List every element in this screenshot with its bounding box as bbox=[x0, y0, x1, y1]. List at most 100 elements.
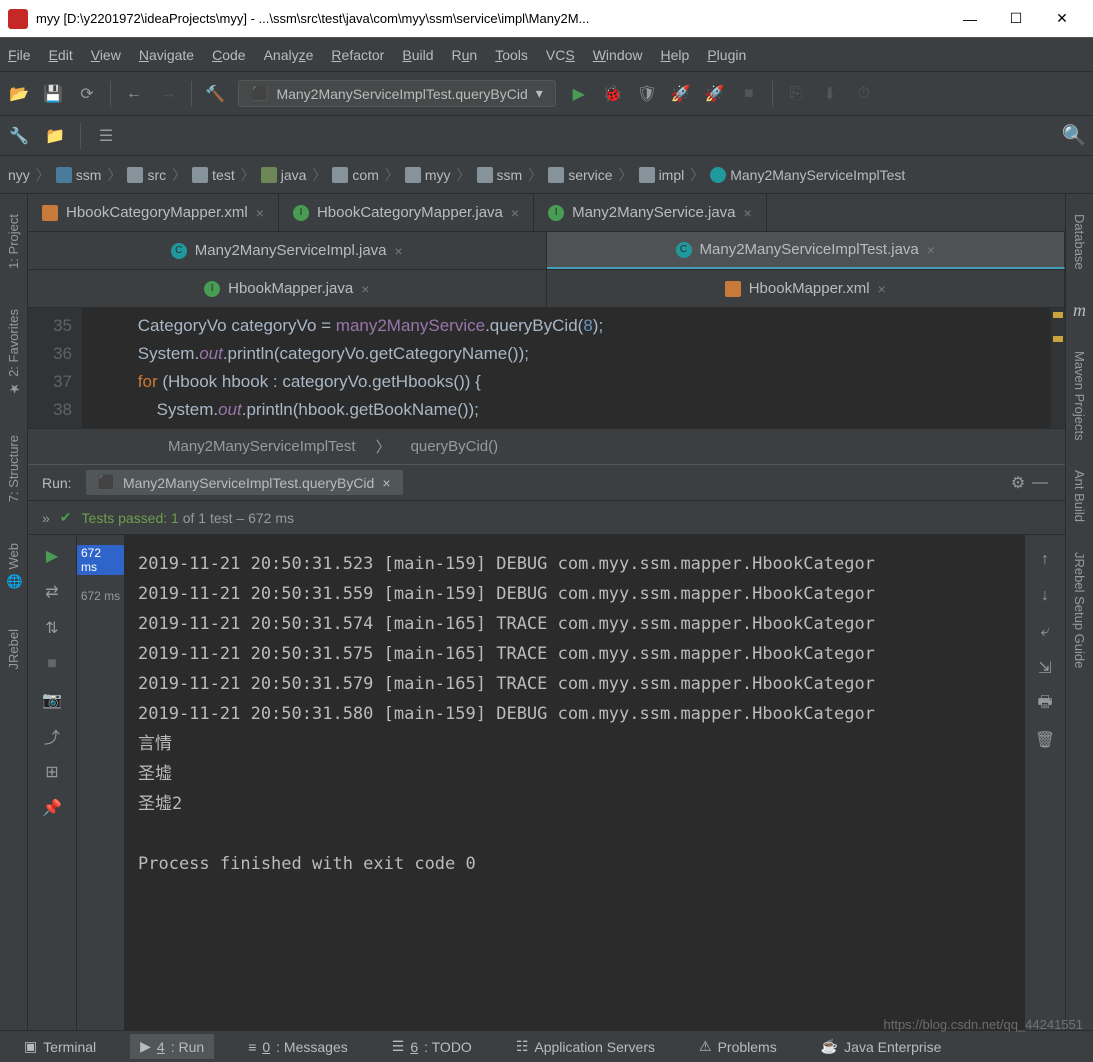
bottom-problems[interactable]: ⚠ Problems bbox=[689, 1034, 787, 1059]
bottom-terminal[interactable]: ▣ Terminal bbox=[14, 1034, 106, 1059]
tool-database[interactable]: Database bbox=[1072, 214, 1087, 270]
debug-icon[interactable]: 🐞 bbox=[602, 83, 624, 105]
vcs-icon[interactable]: ⎘ bbox=[785, 83, 807, 105]
code-editor[interactable]: 35 36 37 38 CategoryVo categoryVo = many… bbox=[28, 308, 1065, 428]
run-icon[interactable]: ▶ bbox=[568, 83, 590, 105]
bc-item-ssm2[interactable]: ssm bbox=[473, 165, 527, 185]
export-icon[interactable]: ⤴ bbox=[41, 725, 63, 747]
tool-structure[interactable]: 7: Structure bbox=[6, 435, 21, 502]
folder-open-icon[interactable]: 📁 bbox=[44, 125, 66, 147]
crumb-method[interactable]: queryByCid() bbox=[411, 438, 499, 455]
menu-run[interactable]: Run bbox=[452, 47, 478, 63]
menu-refactor[interactable]: Refactor bbox=[331, 47, 384, 63]
stop-icon[interactable]: ■ bbox=[738, 83, 760, 105]
bottom-run[interactable]: ▶ 4: Run bbox=[130, 1034, 214, 1059]
close-icon[interactable]: × bbox=[927, 242, 935, 258]
editor-marker-bar[interactable] bbox=[1051, 308, 1065, 428]
tab-many2manyserviceimpltest-java[interactable]: CMany2ManyServiceImplTest.java× bbox=[547, 232, 1066, 269]
back-icon[interactable]: ← bbox=[123, 83, 145, 105]
wrap-icon[interactable]: ⤶ bbox=[1034, 621, 1056, 643]
refresh-icon[interactable]: ⟳ bbox=[76, 83, 98, 105]
update-icon[interactable]: ⬇ bbox=[819, 83, 841, 105]
menu-file[interactable]: File bbox=[8, 47, 31, 63]
menu-edit[interactable]: Edit bbox=[49, 47, 73, 63]
tool-project[interactable]: 1: Project bbox=[6, 214, 21, 269]
bc-item-src[interactable]: src bbox=[123, 165, 170, 185]
console-output[interactable]: 2019-11-21 20:50:31.523 [main-159] DEBUG… bbox=[124, 535, 1025, 1030]
bc-item-root[interactable]: nyy bbox=[4, 165, 34, 185]
toggle-icon[interactable]: ⇄ bbox=[41, 581, 63, 603]
structure-icon[interactable]: ☰ bbox=[95, 125, 117, 147]
bc-item-ssm[interactable]: ssm bbox=[52, 165, 106, 185]
close-icon[interactable]: × bbox=[511, 205, 519, 221]
down-icon[interactable]: ↓ bbox=[1034, 585, 1056, 607]
open-icon[interactable]: 📂 bbox=[8, 83, 30, 105]
test-time-2[interactable]: 672 ms bbox=[81, 589, 120, 603]
tool-maven[interactable]: Maven Projects bbox=[1072, 351, 1087, 441]
history-icon[interactable]: ⏱ bbox=[853, 83, 875, 105]
toggle2-icon[interactable]: ⇅ bbox=[41, 617, 63, 639]
coverage-icon[interactable]: 🛡 bbox=[636, 83, 658, 105]
editor-code[interactable]: CategoryVo categoryVo = many2ManyService… bbox=[82, 308, 1065, 428]
bottom-appservers[interactable]: ☷ Application Servers bbox=[506, 1034, 665, 1059]
bc-item-service[interactable]: service bbox=[544, 165, 616, 185]
scroll-icon[interactable]: ⇲ bbox=[1034, 657, 1056, 679]
tab-many2manyservice-java[interactable]: IMany2ManyService.java× bbox=[534, 194, 767, 231]
bc-item-test[interactable]: test bbox=[188, 165, 239, 185]
maximize-button[interactable]: ☐ bbox=[993, 0, 1039, 38]
run-config-dropdown[interactable]: ⬛ Many2ManyServiceImplTest.queryByCid ▾ bbox=[238, 80, 556, 107]
crumb-class[interactable]: Many2ManyServiceImplTest bbox=[168, 438, 356, 455]
rerun-icon[interactable]: ▶ bbox=[41, 545, 63, 567]
minimize-panel-icon[interactable]: — bbox=[1029, 472, 1051, 494]
menu-code[interactable]: Code bbox=[212, 47, 245, 63]
tool-jrebel-guide[interactable]: JRebel Setup Guide bbox=[1072, 552, 1087, 668]
layout-icon[interactable]: ⊞ bbox=[41, 761, 63, 783]
tab-hbookmapper-java[interactable]: IHbookMapper.java× bbox=[28, 270, 547, 307]
tool-web[interactable]: 🌐 Web bbox=[6, 543, 21, 589]
tool-ant[interactable]: Ant Build bbox=[1072, 470, 1087, 522]
tab-hbookmapper-xml[interactable]: HbookMapper.xml× bbox=[547, 270, 1066, 307]
bottom-messages[interactable]: ≡ 0: Messages bbox=[238, 1035, 358, 1059]
menu-build[interactable]: Build bbox=[402, 47, 433, 63]
close-icon[interactable]: × bbox=[382, 475, 390, 491]
forward-icon[interactable]: → bbox=[157, 83, 179, 105]
stop-icon[interactable]: ■ bbox=[41, 653, 63, 675]
close-icon[interactable]: × bbox=[395, 243, 403, 259]
wrench-icon[interactable]: 🔧 bbox=[8, 125, 30, 147]
close-icon[interactable]: × bbox=[878, 281, 886, 297]
jrebel-run-icon[interactable]: 🚀 bbox=[670, 83, 692, 105]
minimize-button[interactable]: — bbox=[947, 0, 993, 38]
menu-help[interactable]: Help bbox=[661, 47, 690, 63]
test-time-1[interactable]: 672 ms bbox=[77, 545, 124, 575]
trash-icon[interactable]: 🗑 bbox=[1034, 729, 1056, 751]
save-icon[interactable]: 💾 bbox=[42, 83, 64, 105]
camera-icon[interactable]: 📷 bbox=[41, 689, 63, 711]
print-icon[interactable]: 🖶 bbox=[1034, 693, 1056, 715]
bottom-javaee[interactable]: ☕ Java Enterprise bbox=[811, 1034, 952, 1059]
expand-icon[interactable]: » bbox=[42, 510, 50, 526]
bc-item-class[interactable]: Many2ManyServiceImplTest bbox=[706, 165, 909, 185]
menu-vcs[interactable]: VCS bbox=[546, 47, 575, 63]
run-tab[interactable]: ⬛ Many2ManyServiceImplTest.queryByCid × bbox=[86, 470, 403, 495]
bc-item-java[interactable]: java bbox=[257, 165, 311, 185]
tab-hbookcategorymapper-java[interactable]: IHbookCategoryMapper.java× bbox=[279, 194, 534, 231]
jrebel-debug-icon[interactable]: 🚀 bbox=[704, 83, 726, 105]
gear-icon[interactable]: ⚙ bbox=[1007, 472, 1029, 494]
close-icon[interactable]: × bbox=[256, 205, 264, 221]
menu-tools[interactable]: Tools bbox=[495, 47, 528, 63]
up-icon[interactable]: ↑ bbox=[1034, 549, 1056, 571]
menu-navigate[interactable]: Navigate bbox=[139, 47, 194, 63]
bc-item-impl[interactable]: impl bbox=[635, 165, 689, 185]
tab-many2manyserviceimpl-java[interactable]: CMany2ManyServiceImpl.java× bbox=[28, 232, 547, 269]
close-icon[interactable]: × bbox=[361, 281, 369, 297]
tab-hbookcategorymapper-xml[interactable]: HbookCategoryMapper.xml× bbox=[28, 194, 279, 231]
bc-item-myy[interactable]: myy bbox=[401, 165, 455, 185]
pin-icon[interactable]: 📌 bbox=[41, 797, 63, 819]
close-icon[interactable]: × bbox=[744, 205, 752, 221]
menu-analyze[interactable]: Analyze bbox=[264, 47, 314, 63]
close-button[interactable]: ✕ bbox=[1039, 0, 1085, 38]
menu-window[interactable]: Window bbox=[593, 47, 643, 63]
bottom-todo[interactable]: ☰ 6: TODO bbox=[382, 1034, 482, 1059]
search-icon[interactable]: 🔍 bbox=[1063, 125, 1085, 147]
build-icon[interactable]: 🔨 bbox=[204, 83, 226, 105]
